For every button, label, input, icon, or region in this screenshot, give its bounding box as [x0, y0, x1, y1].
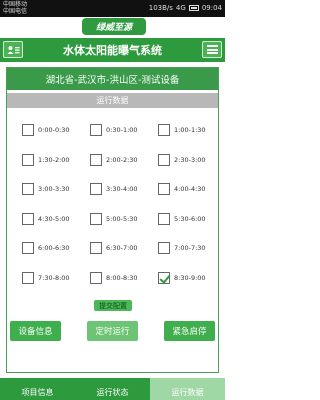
- time-slot-checkbox[interactable]: [158, 271, 170, 284]
- time-slot-label: 2:00-2:30: [106, 155, 138, 164]
- logo-band: 绿威至源: [0, 17, 225, 38]
- time-slot-checkbox[interactable]: [158, 242, 170, 254]
- time-slot-label: 7:30-8:00: [38, 273, 70, 282]
- timed-run-button[interactable]: 定时运行: [87, 321, 138, 341]
- time-slot-label: 4:30-5:00: [38, 214, 70, 223]
- time-slot-label: 7:00-7:30: [174, 244, 206, 252]
- time-slot-checkbox[interactable]: [158, 153, 170, 166]
- network-speed: 103B/s: [148, 4, 173, 12]
- menu-button[interactable]: [202, 41, 222, 58]
- time-slot-checkbox[interactable]: [90, 124, 102, 136]
- time-slot-label: 6:30-7:00: [106, 244, 138, 252]
- time-slot-label: 0:30-1:00: [106, 126, 138, 134]
- time-slot-label: 4:00-4:30: [174, 185, 206, 193]
- time-slot-checkbox[interactable]: [22, 212, 34, 225]
- time-slot[interactable]: 3:00-3:30: [22, 183, 70, 195]
- battery-icon: [188, 5, 199, 11]
- time-slot-label: 0:00-0:30: [38, 126, 70, 134]
- time-slot-label: 8:00-8:30: [106, 273, 138, 282]
- time-slot-label: 1:30-2:00: [38, 155, 70, 164]
- time-slot-label: 3:00-3:30: [38, 185, 70, 193]
- clock: 09:04: [201, 4, 222, 12]
- time-slot[interactable]: 0:30-1:00: [90, 124, 138, 136]
- time-slot-label: 6:00-6:30: [38, 244, 70, 252]
- time-slot-checkbox[interactable]: [90, 212, 102, 225]
- time-slot-label: 2:30-3:00: [174, 155, 206, 164]
- time-slot[interactable]: 2:00-2:30: [90, 153, 138, 166]
- status-right: 103B/s 4G 09:04: [149, 4, 222, 12]
- time-slot-label: 8:30-9:00: [174, 273, 206, 282]
- time-slot[interactable]: 1:30-2:00: [22, 153, 70, 166]
- app-header: 水体太阳能曝气系统: [0, 38, 225, 62]
- time-slot-checkbox[interactable]: [22, 153, 34, 166]
- tab-run-status[interactable]: 运行状态: [75, 378, 150, 400]
- time-slot[interactable]: 3:30-4:00: [90, 183, 138, 195]
- time-slot-checkbox[interactable]: [90, 271, 102, 284]
- network-type: 4G: [175, 4, 186, 12]
- carrier-1: 中国移动: [3, 1, 28, 8]
- device-info-button[interactable]: 设备信息: [10, 321, 61, 341]
- time-slot-checkbox[interactable]: [22, 124, 34, 136]
- time-slot[interactable]: 7:00-7:30: [158, 242, 206, 254]
- tab-project-info[interactable]: 项目信息: [0, 378, 75, 400]
- time-slot[interactable]: 8:30-9:00: [158, 271, 206, 284]
- time-slot[interactable]: 2:30-3:00: [158, 153, 206, 166]
- device-title: 湖北省-武汉市-洪山区-测试设备: [7, 68, 218, 90]
- status-bar: 中国移动 中国电信 103B/s 4G 09:04: [0, 0, 225, 17]
- time-slot-checkbox[interactable]: [158, 124, 170, 136]
- time-slot-label: 1:00-1:30: [174, 126, 206, 134]
- time-slot[interactable]: 5:00-5:30: [90, 212, 138, 225]
- time-slot[interactable]: 1:00-1:30: [158, 124, 206, 136]
- time-slot-label: 3:30-4:00: [106, 185, 138, 193]
- time-slot-checkbox[interactable]: [90, 153, 102, 166]
- carrier-info: 中国移动 中国电信: [3, 1, 27, 15]
- time-slot[interactable]: 7:30-8:00: [22, 271, 70, 284]
- time-slot[interactable]: 6:30-7:00: [90, 242, 138, 254]
- tab-run-data[interactable]: 运行数据: [150, 378, 225, 400]
- time-slot-label: 5:30-6:00: [174, 214, 206, 223]
- emergency-start-button[interactable]: 紧急启停: [164, 321, 215, 341]
- page-title: 水体太阳能曝气系统: [63, 44, 162, 57]
- time-slot-label: 5:00-5:30: [106, 214, 138, 223]
- time-slot[interactable]: 0:00-0:30: [22, 124, 70, 136]
- time-slot-checkbox[interactable]: [158, 183, 170, 195]
- time-slot[interactable]: 4:00-4:30: [158, 183, 206, 195]
- menu-icon: [206, 45, 218, 54]
- time-slot-checkbox[interactable]: [22, 271, 34, 284]
- time-slot[interactable]: 8:00-8:30: [90, 271, 138, 284]
- time-slot-checkbox[interactable]: [90, 242, 102, 254]
- time-slot-checkbox[interactable]: [22, 183, 34, 195]
- time-slot[interactable]: 4:30-5:00: [22, 212, 70, 225]
- section-title: 运行数据: [7, 93, 218, 108]
- brand-logo: 绿威至源: [82, 18, 146, 35]
- time-slot-checkbox[interactable]: [158, 212, 170, 225]
- device-card: 湖北省-武汉市-洪山区-测试设备 运行数据 0:00-0:30 0:30-1:00…: [6, 67, 219, 373]
- time-slot[interactable]: 6:00-6:30: [22, 242, 70, 254]
- carrier-2: 中国电信: [3, 8, 28, 15]
- bottom-nav: 项目信息 运行状态 运行数据: [0, 378, 225, 400]
- time-slot[interactable]: 5:30-6:00: [158, 212, 206, 225]
- submit-config-button[interactable]: 提交配置: [94, 300, 132, 311]
- time-slot-checkbox[interactable]: [22, 242, 34, 254]
- time-slot-checkbox[interactable]: [90, 183, 102, 195]
